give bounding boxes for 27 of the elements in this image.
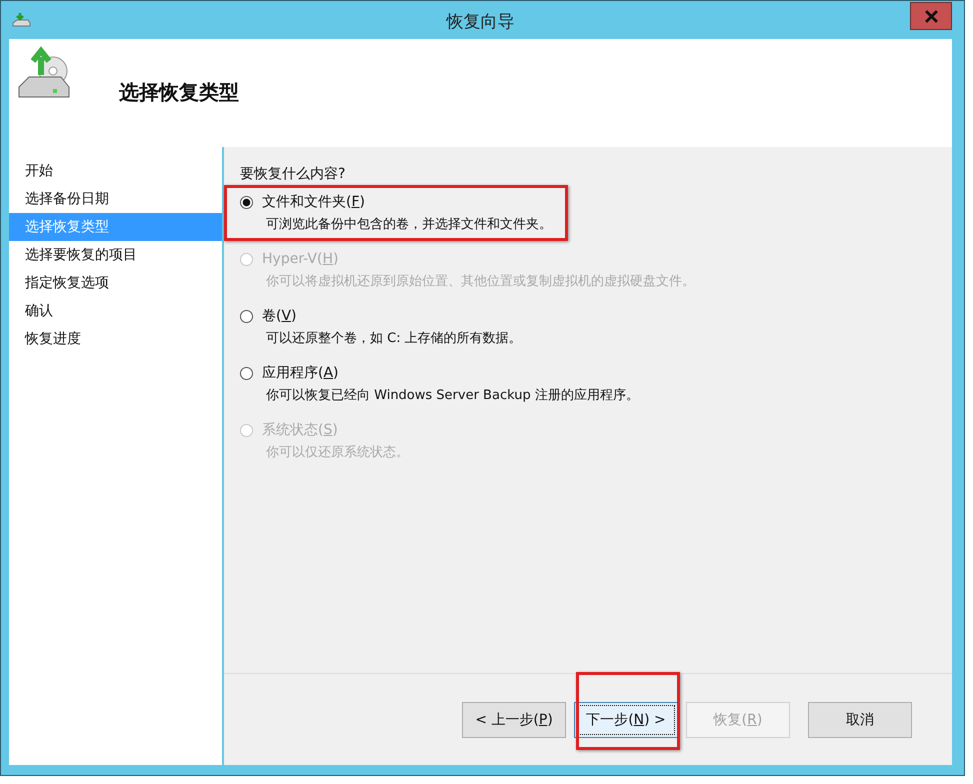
page-heading: 选择恢复类型 (119, 79, 239, 106)
step-item[interactable]: 开始 (9, 157, 222, 185)
radio-button[interactable] (240, 196, 253, 208)
option-label[interactable]: 应用程序(A) (262, 364, 339, 382)
option-label: Hyper-V(H) (262, 251, 338, 267)
radio-button[interactable] (240, 310, 253, 322)
step-item[interactable]: 选择要恢复的项目 (9, 241, 222, 269)
step-item[interactable]: 选择备份日期 (9, 185, 222, 213)
step-item[interactable]: 恢复进度 (9, 325, 222, 353)
close-icon (924, 10, 938, 22)
option-label[interactable]: 卷(V) (262, 307, 297, 325)
radio-button[interactable] (240, 366, 253, 380)
step-item[interactable]: 确认 (9, 297, 222, 325)
window-title: 恢复向导 (446, 11, 514, 33)
option-description: 你可以恢复已经向 Windows Server Backup 注册的应用程序。 (265, 387, 640, 405)
wizard-button[interactable]: 取消 (808, 702, 912, 738)
wizard-button[interactable]: 下一步(N) > (574, 702, 678, 738)
step-item[interactable]: 指定恢复选项 (9, 269, 222, 297)
option-description: 可浏览此备份中包含的卷，并选择文件和文件夹。 (265, 216, 553, 234)
close-button[interactable] (910, 2, 952, 30)
wizard-button[interactable]: < 上一步(P) (462, 702, 566, 738)
question-text: 要恢复什么内容? (240, 165, 346, 183)
option-label: 系统状态(S) (262, 421, 338, 439)
option-description: 可以还原整个卷，如 C: 上存储的所有数据。 (265, 330, 523, 348)
option-label[interactable]: 文件和文件夹(F) (262, 193, 365, 211)
option-description: 你可以将虚拟机还原到原始位置、其他位置或复制虚拟机的虚拟硬盘文件。 (265, 273, 696, 291)
option-description: 你可以仅还原系统状态。 (265, 444, 410, 462)
